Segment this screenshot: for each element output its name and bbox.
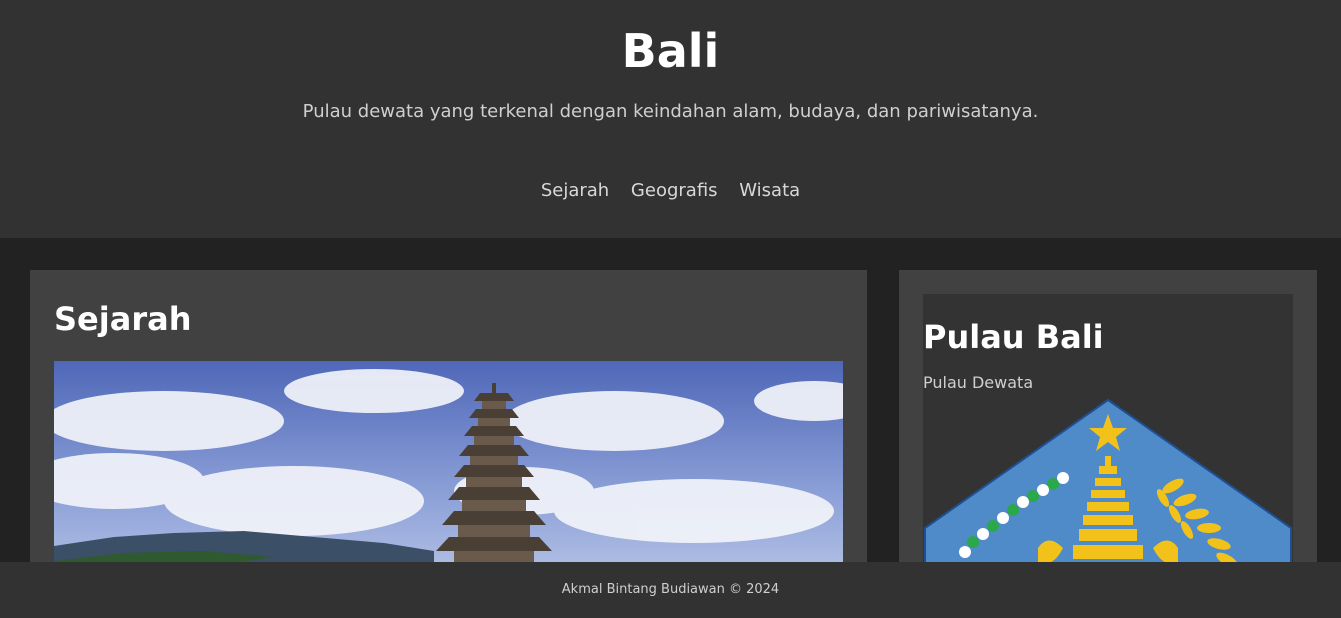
main-nav: Sejarah Geografis Wisata <box>0 178 1341 204</box>
section-title: Sejarah <box>54 300 192 338</box>
nav-link-sejarah[interactable]: Sejarah <box>541 178 609 204</box>
nav-link-wisata[interactable]: Wisata <box>739 178 800 204</box>
site-title: Bali <box>621 24 720 78</box>
site-footer: Akmal Bintang Budiawan © 2024 <box>0 562 1341 618</box>
site-header: Bali Pulau dewata yang terkenal dengan k… <box>0 0 1341 238</box>
site-tagline: Pulau dewata yang terkenal dengan keinda… <box>302 101 1039 122</box>
sejarah-section: Sejarah <box>30 270 867 590</box>
sidebar-card: Pulau Bali Pulau Dewata <box>899 270 1317 590</box>
sidebar-subtitle: Pulau Dewata <box>923 373 1034 392</box>
footer-text: Akmal Bintang Budiawan © 2024 <box>561 582 780 597</box>
sidebar-title: Pulau Bali <box>923 318 1104 356</box>
temple-photo <box>54 361 843 590</box>
nav-link-geografis[interactable]: Geografis <box>631 178 718 204</box>
sidebar-inner: Pulau Bali Pulau Dewata <box>923 294 1293 590</box>
